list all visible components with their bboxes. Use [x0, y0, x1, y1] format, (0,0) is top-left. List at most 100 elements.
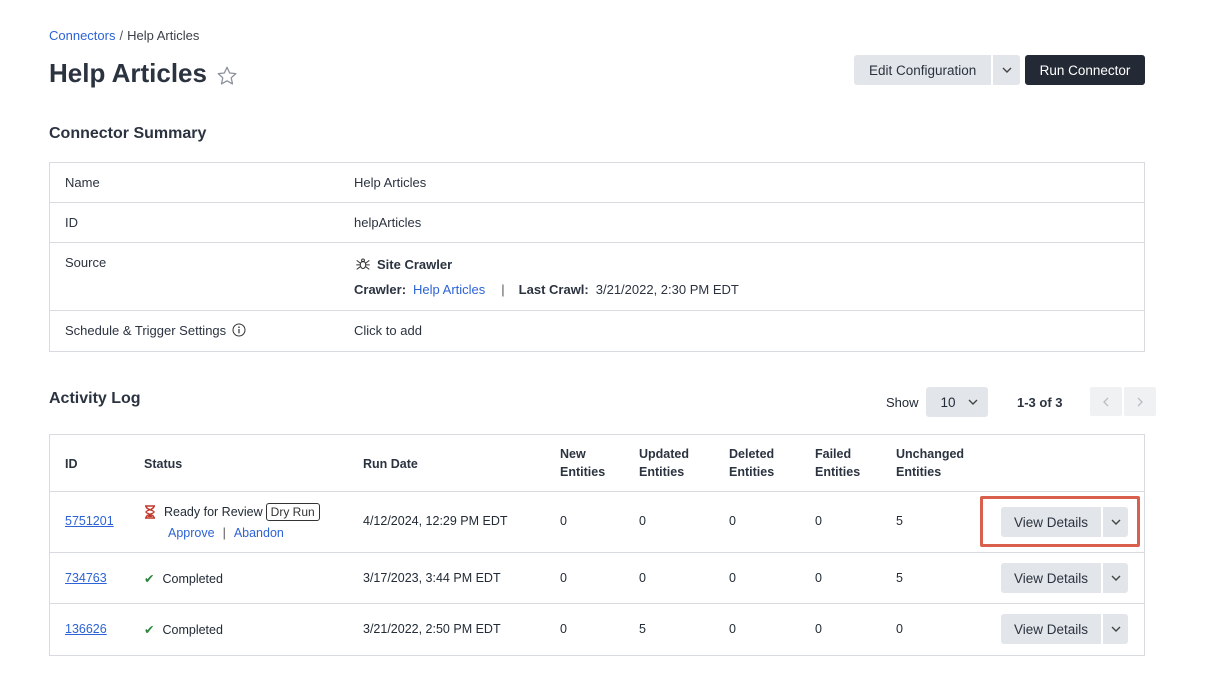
- breadcrumb-current: Help Articles: [127, 28, 200, 43]
- crawler-info: Crawler: Help Articles | Last Crawl: 3/2…: [354, 282, 1144, 297]
- summary-row-schedule: Schedule & Trigger Settings Click to add: [50, 311, 1144, 351]
- header-line: Deleted: [729, 447, 775, 461]
- page-title-row: Help Articles: [49, 58, 238, 89]
- header-line: Entities: [729, 465, 775, 479]
- failed-entities: 0: [815, 571, 822, 585]
- header-line: Failed: [815, 447, 852, 461]
- crawler-link[interactable]: Help Articles: [413, 282, 485, 297]
- dry-run-badge: Dry Run: [265, 503, 320, 521]
- view-details-group: View Details: [1001, 507, 1128, 537]
- column-header-new[interactable]: New Entities: [560, 445, 605, 481]
- connector-summary-title: Connector Summary: [49, 125, 207, 142]
- view-details-dropdown[interactable]: [1103, 614, 1128, 644]
- chevron-down-icon: [1111, 626, 1120, 632]
- review-actions: Approve | Abandon: [144, 526, 320, 540]
- star-icon[interactable]: [216, 63, 238, 85]
- run-connector-button[interactable]: Run Connector: [1025, 55, 1145, 85]
- updated-entities: 5: [639, 622, 646, 636]
- column-header-unchanged[interactable]: Unchanged Entities: [896, 445, 964, 481]
- view-details-dropdown[interactable]: [1103, 507, 1128, 537]
- source-type: Site Crawler: [354, 255, 1144, 273]
- failed-entities: 0: [815, 514, 822, 528]
- summary-row-name: Name Help Articles: [50, 163, 1144, 203]
- view-details-group: View Details: [1001, 614, 1128, 644]
- source-type-label: Site Crawler: [377, 256, 453, 272]
- approve-link[interactable]: Approve: [168, 526, 215, 540]
- breadcrumb-connectors-link[interactable]: Connectors: [49, 28, 115, 43]
- status-cell: ✔ Completed: [144, 622, 223, 637]
- header-line: Entities: [896, 465, 942, 479]
- info-icon[interactable]: [232, 323, 246, 337]
- view-details-button[interactable]: View Details: [1001, 614, 1101, 644]
- abandon-link[interactable]: Abandon: [234, 526, 284, 540]
- header-line: New: [560, 447, 586, 461]
- check-icon: ✔: [144, 623, 155, 637]
- column-header-id[interactable]: ID: [65, 455, 78, 473]
- edit-configuration-button[interactable]: Edit Configuration: [854, 55, 992, 85]
- chevron-left-icon: [1103, 397, 1109, 406]
- run-id-link[interactable]: 136626: [65, 622, 107, 636]
- updated-entities: 0: [639, 571, 646, 585]
- next-page-button[interactable]: [1124, 387, 1156, 416]
- deleted-entities: 0: [729, 622, 736, 636]
- column-header-status[interactable]: Status: [144, 455, 182, 473]
- status-cell: ✔ Completed: [144, 571, 223, 586]
- column-header-updated[interactable]: Updated Entities: [639, 445, 689, 481]
- prev-page-button[interactable]: [1090, 387, 1122, 416]
- edit-configuration-dropdown[interactable]: [993, 55, 1021, 85]
- page-size-select[interactable]: 10: [925, 387, 988, 417]
- header-line: Updated: [639, 447, 689, 461]
- table-header: ID Status Run Date New Entities Updated En…: [50, 435, 1144, 492]
- pagination-range: 1-3 of 3: [1017, 395, 1063, 410]
- header-line: Entities: [815, 465, 861, 479]
- check-icon: ✔: [144, 572, 155, 586]
- status-text: Completed: [162, 572, 223, 586]
- hourglass-icon: [144, 505, 156, 519]
- view-details-button[interactable]: View Details: [1001, 563, 1101, 593]
- new-entities: 0: [560, 622, 567, 636]
- run-date: 3/21/2022, 2:50 PM EDT: [363, 622, 501, 636]
- run-date: 3/17/2023, 3:44 PM EDT: [363, 571, 501, 585]
- summary-label: Schedule & Trigger Settings: [50, 311, 354, 351]
- deleted-entities: 0: [729, 571, 736, 585]
- unchanged-entities: 5: [896, 571, 903, 585]
- status-text: Ready for Review: [164, 505, 263, 519]
- run-id-link[interactable]: 734763: [65, 571, 107, 585]
- failed-entities: 0: [815, 622, 822, 636]
- status-text: Completed: [162, 623, 223, 637]
- breadcrumb-separator: /: [119, 28, 124, 43]
- chevron-down-icon: [968, 399, 978, 405]
- column-header-run-date[interactable]: Run Date: [363, 455, 418, 473]
- run-date: 4/12/2024, 12:29 PM EDT: [363, 514, 508, 528]
- schedule-add-link[interactable]: Click to add: [354, 311, 1144, 351]
- status-cell: Ready for Review Dry Run Approve | Abandon: [144, 503, 320, 540]
- summary-row-source: Source Site Crawler Crawler: Help Articl…: [50, 243, 1144, 311]
- view-details-button[interactable]: View Details: [1001, 507, 1101, 537]
- last-crawl-label: Last Crawl:: [518, 282, 589, 297]
- column-header-failed[interactable]: Failed Entities: [815, 445, 860, 481]
- page-title: Help Articles: [49, 58, 207, 88]
- last-crawl-value: 3/21/2022, 2:30 PM EDT: [595, 282, 739, 297]
- summary-row-id: ID helpArticles: [50, 203, 1144, 243]
- new-entities: 0: [560, 571, 567, 585]
- column-header-deleted[interactable]: Deleted Entities: [729, 445, 774, 481]
- deleted-entities: 0: [729, 514, 736, 528]
- pagination: [1090, 387, 1156, 416]
- summary-value: Site Crawler Crawler: Help Articles | La…: [354, 243, 1144, 310]
- crawler-label: Crawler:: [354, 282, 407, 297]
- divider: |: [501, 282, 505, 297]
- unchanged-entities: 0: [896, 622, 903, 636]
- show-label: Show: [886, 394, 919, 410]
- run-id-link[interactable]: 5751201: [65, 514, 114, 528]
- summary-value: helpArticles: [354, 215, 422, 230]
- page-size-control: Show 10: [886, 387, 988, 417]
- edit-configuration-group: Edit Configuration: [854, 55, 1021, 85]
- view-details-dropdown[interactable]: [1103, 563, 1128, 593]
- chevron-down-icon: [1111, 575, 1120, 581]
- summary-label: Source: [65, 255, 107, 270]
- activity-log-table: ID Status Run Date New Entities Updated En…: [49, 434, 1145, 656]
- chevron-right-icon: [1137, 397, 1143, 406]
- header-line: Unchanged: [896, 447, 965, 461]
- chevron-down-icon: [1002, 67, 1012, 73]
- table-row: 136626 ✔ Completed 3/21/2022, 2:50 PM EDT…: [50, 604, 1144, 655]
